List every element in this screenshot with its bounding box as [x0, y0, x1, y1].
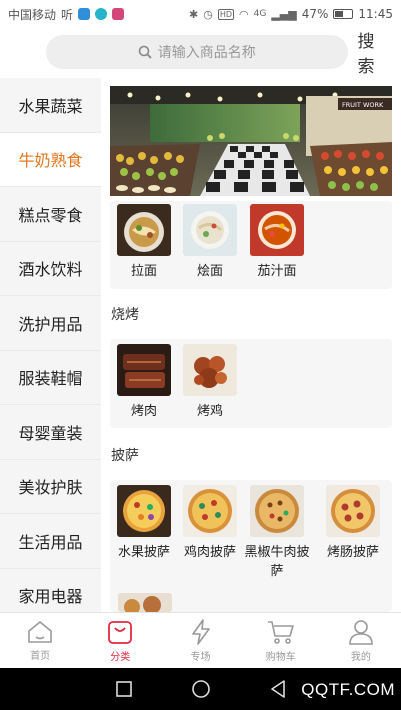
search-icon: [138, 45, 152, 59]
roast-chicken-image: [183, 344, 237, 396]
tab-label: 购物车: [265, 651, 296, 663]
lamian-image: [117, 204, 171, 256]
product-name: 烤肉: [130, 404, 157, 419]
search-bar: 请输入商品名称 搜索: [0, 27, 401, 77]
roast-meat-image: [117, 344, 171, 396]
app-notification-icon: [78, 8, 91, 20]
carrier-label: 中国移动: [8, 7, 57, 22]
sidebar-item-pastry-snacks[interactable]: 糕点零食: [0, 187, 101, 242]
product-name: 茄汁面: [257, 264, 297, 279]
product-card-bbq: 烤肉 烤鸡: [110, 339, 392, 428]
app-notification-icon: [95, 8, 108, 20]
sidebar-item-baby-kids[interactable]: 母婴童装: [0, 405, 101, 460]
network-type: 4G: [253, 9, 267, 19]
product-item[interactable]: 黑椒牛肉披萨: [244, 485, 310, 581]
store-banner-image[interactable]: FRUIT WORK: [110, 86, 392, 196]
product-card-noodles: 拉面 烩面 茄汁面: [110, 201, 392, 289]
product-card-pizza: 水果披萨 鸡肉披萨 黑椒牛肉披萨 烤肠披萨: [110, 480, 392, 612]
battery-percent: 47%: [301, 7, 329, 21]
product-name: 拉面: [130, 264, 157, 279]
lightning-icon: [191, 618, 210, 645]
battery-level: [335, 11, 343, 17]
cart-icon: [267, 620, 294, 644]
product-item[interactable]: 鸡肉披萨: [177, 485, 243, 562]
signal-icon: ▂▄▆: [271, 7, 297, 21]
product-item[interactable]: 烤肠披萨: [320, 485, 386, 562]
sausage-pizza-image: [326, 485, 380, 537]
black-pepper-beef-pizza-image: [250, 485, 304, 537]
sidebar-item-clothing[interactable]: 服装鞋帽: [0, 351, 101, 405]
app-notification-icon: [112, 8, 125, 20]
tab-label: 分类: [110, 651, 131, 663]
back-triangle-icon[interactable]: [269, 679, 287, 699]
search-input[interactable]: 请输入商品名称: [46, 35, 348, 69]
product-name: 烤鸡: [196, 404, 223, 419]
chicken-pizza-image: [183, 485, 237, 537]
status-bar: 中国移动 听 ✱ ◷ HD ◠ 4G ▂▄▆ 47% 11:45: [0, 0, 401, 28]
store-interior-illustration: FRUIT WORK: [110, 86, 392, 196]
tab-home[interactable]: 首页: [0, 613, 80, 668]
product-name: 烤肠披萨: [326, 545, 379, 560]
bottom-tab-bar: 首页 分类 专场 购物车 我的: [0, 612, 401, 668]
search-button[interactable]: 搜索: [358, 27, 392, 77]
product-item[interactable]: 拉面: [111, 204, 177, 281]
sidebar-item-milk-deli[interactable]: 牛奶熟食: [0, 132, 101, 187]
battery-icon: [333, 9, 354, 19]
watermark-text: QQTF.COM: [301, 680, 395, 699]
recent-apps-icon[interactable]: [115, 680, 133, 698]
tab-label: 我的: [350, 651, 371, 663]
tab-label: 专场: [190, 651, 211, 663]
category-content: FRUIT WORK 拉面 烩面 茄汁面 烧烤 烤肉 烤鸡 披萨 水果披萨 鸡肉…: [101, 78, 401, 612]
category-bag-icon: [108, 620, 133, 644]
section-title-bbq: 烧烤: [111, 307, 139, 323]
sidebar-item-beauty[interactable]: 美妆护肤: [0, 460, 101, 514]
product-name: 水果披萨: [117, 545, 170, 560]
huimian-image: [183, 204, 237, 256]
partial-product-image[interactable]: [118, 593, 172, 612]
product-name: 鸡肉披萨: [183, 545, 236, 560]
tab-special[interactable]: 专场: [160, 613, 240, 668]
sidebar-item-appliances[interactable]: 家用电器: [0, 569, 101, 613]
category-sidebar: 水果蔬菜 牛奶熟食 糕点零食 酒水饮料 洗护用品 服装鞋帽 母婴童装 美妆护肤 …: [0, 78, 101, 612]
home-icon: [28, 620, 52, 643]
section-title-pizza: 披萨: [111, 448, 139, 464]
system-nav-bar: QQTF.COM: [0, 668, 401, 710]
product-item[interactable]: 烤肉: [111, 344, 177, 421]
banner-sign-text: FRUIT WORK: [342, 101, 384, 109]
sidebar-item-daily-goods[interactable]: 生活用品: [0, 514, 101, 569]
tab-profile[interactable]: 我的: [321, 613, 401, 668]
product-item[interactable]: 烤鸡: [177, 344, 243, 421]
tab-label: 首页: [30, 650, 51, 662]
hd-icon: HD: [217, 8, 235, 20]
product-item[interactable]: 烩面: [177, 204, 243, 281]
fruit-pizza-image: [117, 485, 171, 537]
tab-category[interactable]: 分类: [80, 613, 160, 668]
wifi-icon: ◠: [239, 7, 249, 21]
user-icon: [349, 619, 373, 645]
product-name: 黑椒牛肉披萨: [244, 545, 310, 579]
sidebar-item-drinks[interactable]: 酒水饮料: [0, 242, 101, 296]
clock: 11:45: [358, 7, 393, 21]
product-name: 烩面: [196, 264, 223, 279]
search-placeholder: 请输入商品名称: [157, 45, 256, 61]
alarm-icon: ◷: [203, 7, 213, 21]
tab-cart[interactable]: 购物车: [241, 613, 321, 668]
sidebar-item-fruits-vegetables[interactable]: 水果蔬菜: [0, 78, 101, 133]
bluetooth-icon: ✱: [189, 7, 199, 21]
sidebar-item-toiletries[interactable]: 洗护用品: [0, 296, 101, 351]
carrier-suffix: 听: [61, 7, 74, 22]
product-item[interactable]: 水果披萨: [111, 485, 177, 562]
tomato-noodle-image: [250, 204, 304, 256]
home-circle-icon[interactable]: [191, 679, 211, 699]
product-item[interactable]: 茄汁面: [244, 204, 310, 281]
